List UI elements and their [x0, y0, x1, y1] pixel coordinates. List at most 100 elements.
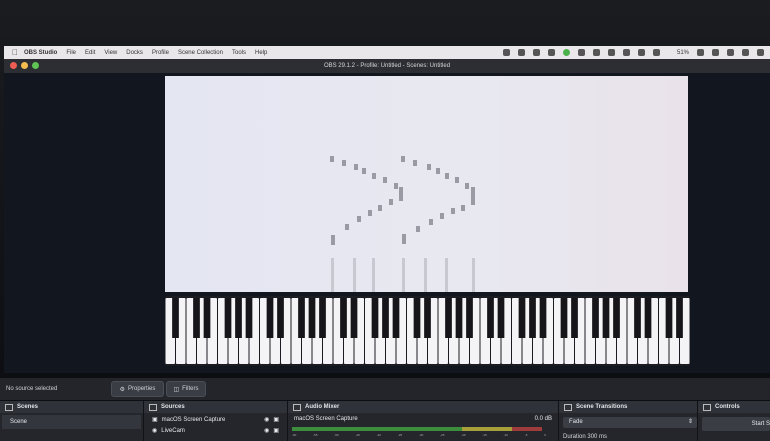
- menu-view[interactable]: View: [104, 50, 117, 56]
- piano-black-key: [392, 298, 400, 338]
- tray-app-icon[interactable]: [502, 49, 510, 56]
- piano-black-key: [224, 298, 232, 338]
- lock-icon[interactable]: ▣: [273, 427, 279, 434]
- controls-dock: Controls Start S: [698, 401, 770, 441]
- source-item[interactable]: ◉ LiveCam ◉ ▣: [144, 426, 287, 435]
- meter-tick: -35: [397, 433, 403, 437]
- tray-obs-recording-icon[interactable]: [562, 49, 570, 56]
- meter-tick: -25: [440, 433, 445, 437]
- piano-black-key: [455, 298, 463, 338]
- menu-profile[interactable]: Profile: [152, 50, 169, 56]
- eye-icon[interactable]: ◉: [264, 416, 269, 423]
- audio-mixer-header: Audio Mixer: [288, 401, 558, 413]
- piano-black-key: [602, 298, 610, 338]
- undock-icon[interactable]: [293, 403, 301, 411]
- close-button[interactable]: [10, 62, 17, 69]
- menu-scene-collection[interactable]: Scene Collection: [178, 50, 223, 56]
- track-level: 0.0 dB: [534, 416, 552, 422]
- filters-button[interactable]: ◫ Filters: [166, 381, 206, 397]
- properties-button[interactable]: ⚙ Properties: [111, 381, 164, 397]
- volume-meter[interactable]: [292, 427, 542, 431]
- piano-black-key: [382, 298, 389, 338]
- meter-tick: -40: [376, 433, 381, 437]
- macos-menubar:  OBS Studio File Edit View Docks Profil…: [4, 46, 770, 59]
- meter-tick: -50: [334, 433, 339, 437]
- piano-black-key: [235, 298, 242, 338]
- tray-clock-icon[interactable]: [607, 49, 615, 56]
- duration-label: Duration: [563, 434, 586, 440]
- gear-icon: ⚙: [119, 386, 126, 393]
- meter-ticks: -60 -55 -50 -45 -40 -35 -30 -25 -20 -15 -10 -5 0: [292, 433, 546, 439]
- meter-tick: -5: [524, 433, 528, 437]
- source-name: macOS Screen Capture: [161, 416, 226, 423]
- scene-transitions-dock: Scene Transitions Fade ⇕ Duration 300 ms: [559, 401, 698, 441]
- piano-black-key: [424, 298, 431, 338]
- window-titlebar: OBS 29.1.2 - Profile: Untitled - Scenes:…: [4, 59, 770, 73]
- duration-row[interactable]: Duration 300 ms: [563, 434, 607, 440]
- start-streaming-button[interactable]: Start S: [702, 417, 770, 431]
- piano-black-key: [529, 298, 536, 338]
- tray-grid-icon[interactable]: [592, 49, 600, 56]
- piano-black-key: [487, 298, 494, 338]
- dropdown-icon: ⇕: [687, 419, 693, 425]
- piano-keys-svg: [165, 298, 690, 364]
- note-visualizer: [330, 156, 475, 292]
- undock-icon[interactable]: [703, 403, 711, 411]
- piano-black-key: [613, 298, 620, 338]
- dock-area: Scenes Scene Sources ▣ macOS Screen Capt…: [0, 401, 770, 441]
- siri-icon[interactable]: [757, 49, 764, 56]
- undock-icon[interactable]: [149, 403, 157, 411]
- menu-file[interactable]: File: [66, 50, 76, 56]
- piano-black-key: [340, 298, 347, 338]
- tray-display-icon[interactable]: [532, 49, 540, 56]
- menu-help[interactable]: Help: [255, 50, 267, 56]
- piano-black-key: [245, 298, 253, 338]
- meter-tick: -60: [292, 433, 297, 437]
- piano-black-key: [413, 298, 421, 338]
- undock-icon[interactable]: [564, 403, 572, 411]
- tray-screenshot-icon[interactable]: [517, 49, 525, 56]
- tray-cloud-icon[interactable]: [547, 49, 555, 56]
- piano-black-key: [497, 298, 505, 338]
- undock-icon[interactable]: [5, 403, 13, 411]
- zoom-button[interactable]: [32, 62, 39, 69]
- scene-name: Scene: [10, 419, 28, 425]
- menu-app-name[interactable]: OBS Studio: [24, 50, 57, 56]
- transition-select[interactable]: Fade ⇕: [563, 417, 697, 428]
- piano-black-key: [319, 298, 326, 338]
- battery-icon[interactable]: [697, 49, 704, 56]
- lock-icon[interactable]: ▣: [273, 416, 279, 423]
- menu-edit[interactable]: Edit: [85, 50, 95, 56]
- scene-item[interactable]: Scene: [2, 415, 141, 429]
- piano-black-key: [518, 298, 526, 338]
- sources-dock: Sources ▣ macOS Screen Capture ◉ ▣ ◉ Liv…: [144, 401, 288, 441]
- track-name: macOS Screen Capture: [294, 416, 358, 422]
- piano-black-key: [571, 298, 578, 338]
- apple-icon[interactable]: : [12, 48, 18, 57]
- minimize-button[interactable]: [21, 62, 28, 69]
- preview-canvas[interactable]: [165, 76, 688, 292]
- control-center-icon[interactable]: [742, 49, 749, 56]
- menu-tools[interactable]: Tools: [232, 50, 246, 56]
- tray-dropbox-icon[interactable]: [622, 49, 630, 56]
- eye-icon[interactable]: ◉: [264, 427, 269, 434]
- search-icon[interactable]: [727, 49, 734, 56]
- tray-bluetooth-icon[interactable]: [637, 49, 645, 56]
- active-note-bars: [331, 258, 475, 292]
- source-item[interactable]: ▣ macOS Screen Capture ◉ ▣: [144, 413, 287, 426]
- sources-title: Sources: [161, 404, 185, 410]
- piano-black-key: [676, 298, 683, 338]
- no-source-label: No source selected: [6, 386, 58, 392]
- wifi-icon[interactable]: [712, 49, 719, 56]
- menu-docks[interactable]: Docks: [126, 50, 143, 56]
- piano-black-key: [665, 298, 673, 338]
- duration-value: 300 ms: [587, 434, 608, 440]
- scenes-title: Scenes: [17, 404, 39, 410]
- controls-title: Controls: [715, 404, 740, 410]
- tray-volume-icon[interactable]: [652, 49, 660, 56]
- piano-black-key: [539, 298, 547, 338]
- tray-sync-icon[interactable]: [577, 49, 585, 56]
- falling-notes: [330, 156, 475, 245]
- meter-tick: 0: [544, 433, 546, 437]
- mixer-track: macOS Screen Capture 0.0 dB: [288, 413, 558, 425]
